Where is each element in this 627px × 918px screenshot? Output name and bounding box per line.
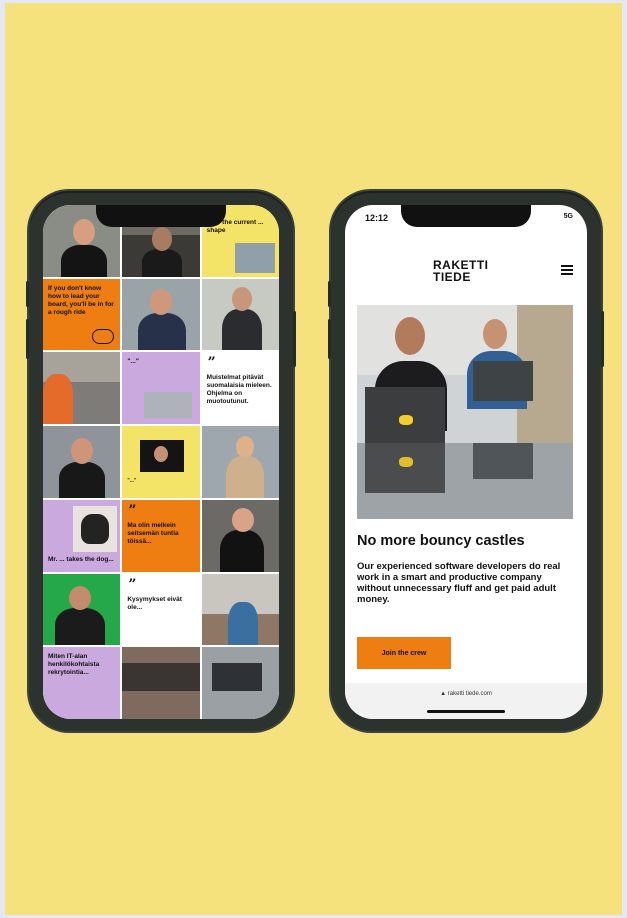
phone-side-button [328,281,331,307]
right-phone-screen[interactable]: 12:12 5G RAKETTI TIEDE No more bouncy ca… [345,205,587,719]
hero-description: Our experienced software developers do r… [357,561,561,605]
tile-text: Muistelmat pitävät suomalaisia mieleen. … [206,374,272,406]
grid-tile-text[interactable]: If you don't know how to lead your board… [43,278,121,351]
grid-tile-photo[interactable] [43,352,121,425]
tile-text: Kysymykset eivät ole... [127,595,182,611]
lock-icon: ▲ [440,691,447,697]
hamburger-menu-icon[interactable] [561,265,573,277]
home-indicator [427,710,505,713]
tile-text: Mr. ... takes the dog... [48,555,114,563]
quote-icon: ” [128,576,137,593]
logo-line-2: TIEDE [433,270,471,284]
url-text: ▲ raketti tiede.com [345,691,587,697]
grid-tile-photo[interactable] [122,278,200,351]
grid-tile-photo[interactable] [201,278,279,351]
yellow-backdrop: How the current ... shape If you don't k… [5,3,622,915]
quote-icon: ” [128,502,137,519]
phone-side-button [26,281,29,307]
join-the-crew-button[interactable]: Join the crew [357,637,451,669]
piggy-bank-icon [92,329,115,345]
grid-tile-photo[interactable] [201,573,279,646]
right-phone: 12:12 5G RAKETTI TIEDE No more bouncy ca… [328,191,604,731]
phone-power-button [293,311,296,367]
status-signal: 5G [563,213,573,220]
grid-tile-photo[interactable] [122,647,200,719]
url-value: raketti tiede.com [447,691,492,697]
sticker [399,415,413,425]
tile-text: "..." [127,478,137,485]
grid-tile-quote[interactable]: ” Kysymykset eivät ole... [122,573,200,646]
grid-tile-photo[interactable] [201,499,279,572]
grid-tile-text[interactable]: Miten IT-alan henkilökohtaista rekrytoin… [43,647,121,719]
tile-text: "..." [127,358,139,366]
grid-tile-photo[interactable] [43,426,121,498]
tile-text: If you don't know how to lead your board… [48,284,114,316]
hero-image [357,305,573,519]
tile-text: Miten IT-alan henkilökohtaista rekrytoin… [48,653,100,677]
grid-tile-photo[interactable]: "..." [122,426,200,498]
phone-power-button [601,311,604,367]
quote-icon: ” [207,355,216,372]
phone-notch [401,205,531,227]
grid-tile-dog[interactable]: Mr. ... takes the dog... [43,499,121,572]
grid-tile-photo[interactable] [201,426,279,498]
left-phone-screen[interactable]: How the current ... shape If you don't k… [43,205,279,719]
phone-side-button [26,319,29,359]
grid-tile-photo[interactable] [201,647,279,719]
phone-notch [96,205,226,227]
tile-text: Ma olin melkein seitsemän tuntia töissä.… [127,521,179,545]
instagram-grid: How the current ... shape If you don't k… [43,205,279,719]
browser-url-bar[interactable]: ▲ raketti tiede.com [345,683,587,719]
hero-headline: No more bouncy castles [357,533,525,549]
laptop [473,361,533,401]
grid-tile-quote[interactable]: ” Ma olin melkein seitsemän tuntia töiss… [122,499,200,572]
grid-tile-photo[interactable] [43,573,121,646]
grid-tile-text[interactable]: "..." [122,352,200,425]
phone-side-button [328,319,331,359]
left-phone: How the current ... shape If you don't k… [26,191,296,731]
status-time: 12:12 [365,213,389,223]
site-logo[interactable]: RAKETTI TIEDE [433,259,489,283]
grid-tile-quote[interactable]: ” Muistelmat pitävät suomalaisia mieleen… [201,352,279,425]
